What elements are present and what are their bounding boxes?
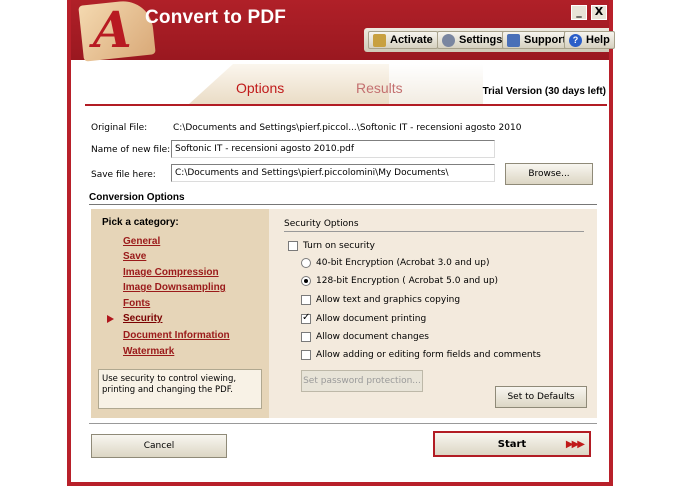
browse-button[interactable]: Browse... — [505, 163, 593, 185]
encryption-128bit-option[interactable]: 128-bit Encryption ( Acrobat 5.0 and up) — [301, 276, 498, 286]
original-file-label: Original File: — [91, 123, 148, 133]
section-divider — [89, 204, 597, 205]
tab-bar: Options Results — [71, 60, 609, 106]
set-defaults-button[interactable]: Set to Defaults — [495, 386, 587, 408]
settings-label: Settings — [459, 34, 503, 46]
turn-on-security-label: Turn on security — [303, 241, 375, 251]
start-arrows-icon: ▶▶▶ — [565, 438, 585, 450]
key-icon — [373, 33, 386, 47]
tab-results-label[interactable]: Results — [356, 80, 403, 96]
encryption-128bit-label: 128-bit Encryption ( Acrobat 5.0 and up) — [316, 276, 499, 286]
allow-changes-option[interactable]: Allow document changes — [301, 332, 429, 342]
people-icon — [507, 33, 520, 47]
allow-printing-checkbox[interactable] — [301, 312, 311, 324]
help-icon: ? — [569, 33, 582, 47]
security-divider — [284, 231, 584, 232]
category-panel: Pick a category: General Save Image Comp… — [91, 209, 269, 418]
help-button[interactable]: ? Help — [564, 31, 615, 49]
allow-copying-checkbox[interactable] — [301, 295, 311, 305]
category-fonts[interactable]: Fonts — [123, 298, 150, 309]
help-label: Help — [586, 34, 610, 46]
allow-printing-label: Allow document printing — [316, 314, 427, 324]
cancel-button[interactable]: Cancel — [91, 434, 227, 458]
new-file-name-input[interactable]: Softonic IT - recensioni agosto 2010.pdf — [171, 140, 495, 158]
footer-divider — [89, 423, 597, 424]
settings-button[interactable]: Settings — [437, 31, 508, 49]
category-image-downsampling[interactable]: Image Downsampling — [123, 282, 226, 293]
allow-forms-option[interactable]: Allow adding or editing form fields and … — [301, 350, 541, 360]
activate-button[interactable]: Activate — [368, 31, 438, 49]
activate-label: Activate — [390, 34, 433, 46]
allow-printing-option[interactable]: Allow document printing — [301, 312, 427, 324]
support-button[interactable]: Support — [502, 31, 572, 49]
encryption-40bit-radio[interactable] — [301, 258, 311, 268]
turn-on-security-checkbox[interactable] — [288, 241, 298, 251]
security-options-title: Security Options — [284, 219, 359, 229]
allow-copying-option[interactable]: Allow text and graphics copying — [301, 295, 460, 305]
selected-arrow-icon — [107, 315, 114, 323]
allow-changes-checkbox[interactable] — [301, 332, 311, 342]
new-file-name-label: Name of new file: — [91, 145, 171, 155]
category-watermark[interactable]: Watermark — [123, 346, 174, 357]
category-description: Use security to control viewing, printin… — [98, 369, 262, 409]
title-bar: A Convert to PDF _ X Activate Settings S… — [71, 0, 615, 62]
encryption-40bit-option[interactable]: 40-bit Encryption (Acrobat 3.0 and up) — [301, 258, 489, 268]
allow-changes-label: Allow document changes — [316, 332, 429, 342]
window-content: A Convert to PDF _ X Activate Settings S… — [71, 0, 615, 482]
allow-forms-checkbox[interactable] — [301, 350, 311, 360]
minimize-button[interactable]: _ — [571, 5, 587, 20]
encryption-128bit-radio[interactable] — [301, 276, 311, 286]
start-button[interactable]: Start ▶▶▶ — [433, 431, 591, 457]
conversion-options-title: Conversion Options — [89, 192, 185, 203]
logo-letter-icon: A — [93, 0, 132, 59]
tab-options-label[interactable]: Options — [236, 80, 284, 96]
category-security[interactable]: Security — [123, 313, 162, 324]
category-general[interactable]: General — [123, 236, 160, 247]
category-image-compression[interactable]: Image Compression — [123, 267, 219, 278]
start-label: Start — [497, 438, 527, 450]
app-title: Convert to PDF — [145, 7, 287, 28]
security-options-panel: Security Options Turn on security 40-bit… — [269, 209, 597, 418]
save-location-label: Save file here: — [91, 170, 156, 180]
app-window: A Convert to PDF _ X Activate Settings S… — [67, 0, 615, 486]
toolbar: Activate Settings Support ? Help — [364, 28, 615, 52]
close-button[interactable]: X — [591, 5, 607, 20]
original-file-value: C:\Documents and Settings\pierf.piccol..… — [173, 123, 522, 133]
category-save[interactable]: Save — [123, 251, 146, 262]
gear-icon — [442, 33, 455, 47]
allow-copying-label: Allow text and graphics copying — [316, 295, 461, 305]
save-location-input[interactable]: C:\Documents and Settings\pierf.piccolom… — [171, 164, 495, 182]
support-label: Support — [524, 34, 567, 46]
trial-status: Trial Version (30 days left) — [482, 86, 606, 97]
encryption-40bit-label: 40-bit Encryption (Acrobat 3.0 and up) — [316, 258, 490, 268]
tab-underline — [85, 104, 607, 106]
allow-forms-label: Allow adding or editing form fields and … — [316, 350, 541, 360]
turn-on-security-option[interactable]: Turn on security — [288, 241, 375, 251]
set-password-button[interactable]: Set password protection... — [301, 370, 423, 392]
category-document-information[interactable]: Document Information — [123, 330, 230, 341]
pick-category-label: Pick a category: — [102, 217, 179, 228]
